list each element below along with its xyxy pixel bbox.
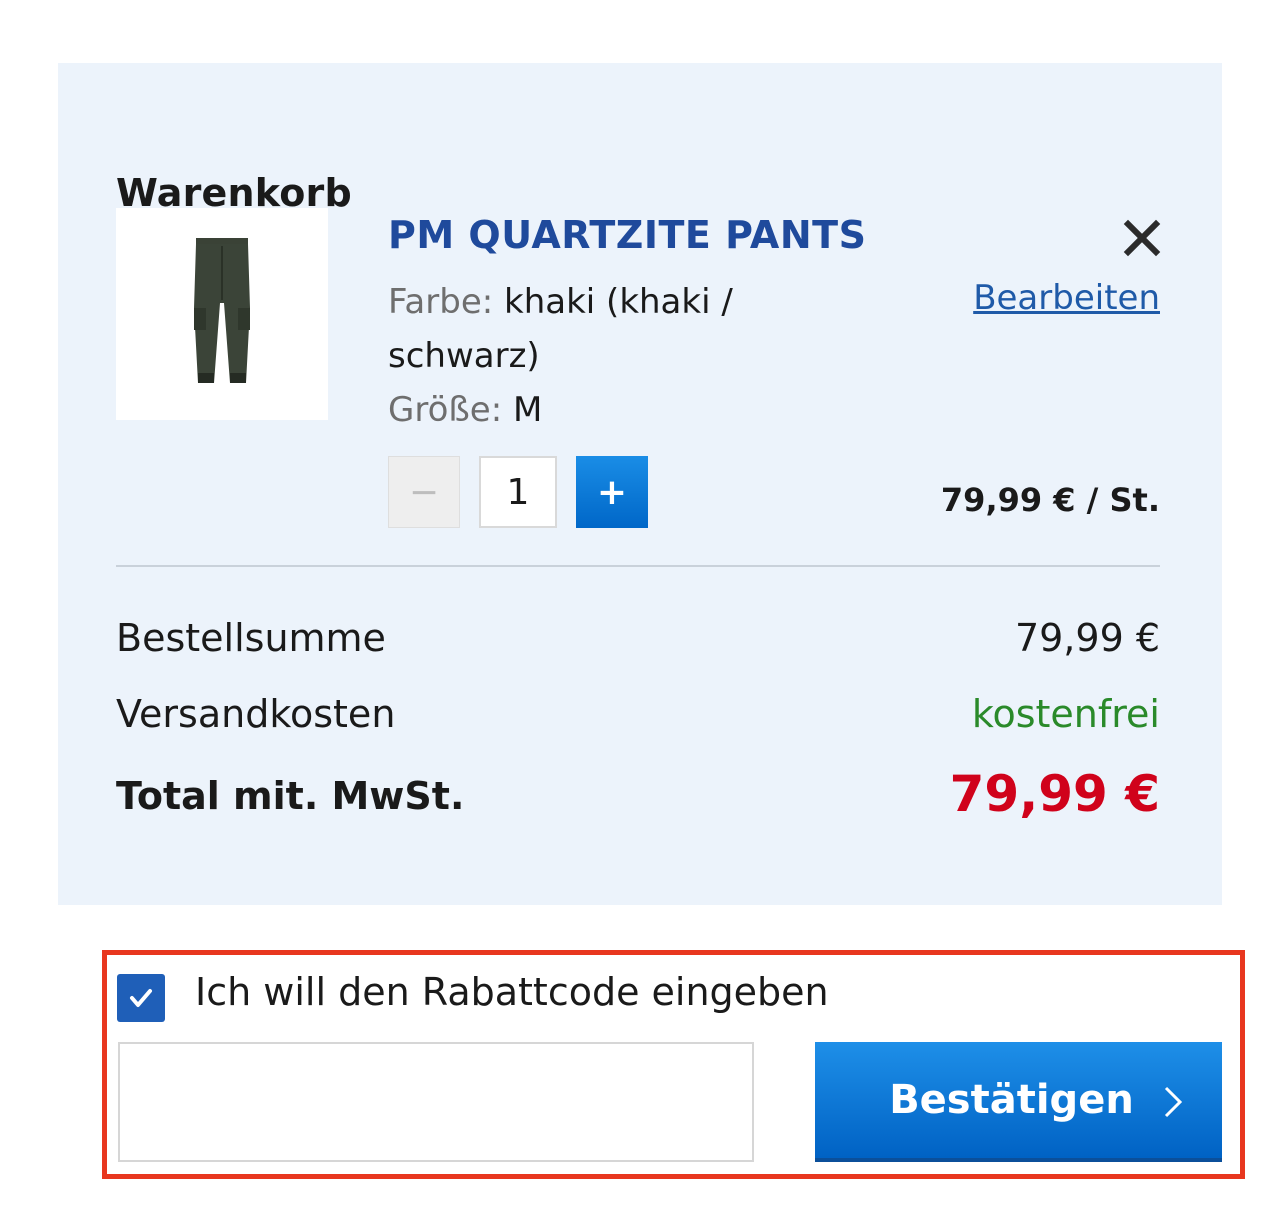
shipping-label: Versandkosten <box>116 692 396 736</box>
close-icon[interactable] <box>1118 214 1166 262</box>
quantity-increase-button[interactable]: + <box>576 456 648 528</box>
size-value: M <box>512 390 543 430</box>
color-value: khaki (khaki / <box>504 282 733 322</box>
chevron-right-icon <box>1164 1086 1183 1118</box>
total-label: Total mit. MwSt. <box>116 774 465 818</box>
color-attribute-continued: schwarz) <box>388 329 540 383</box>
total-value: 79,99 € <box>949 765 1160 823</box>
quantity-field[interactable]: 1 <box>479 456 557 528</box>
coupon-code-input[interactable] <box>118 1042 754 1162</box>
product-image[interactable] <box>116 208 328 420</box>
unit-price: 79,99 € / St. <box>940 481 1160 519</box>
subtotal-value: 79,99 € <box>1014 616 1160 660</box>
color-value-continued: schwarz) <box>388 336 540 376</box>
coupon-checkbox-label[interactable]: Ich will den Rabattcode eingeben <box>195 970 829 1014</box>
shipping-value: kostenfrei <box>971 692 1160 736</box>
pants-icon <box>194 238 250 383</box>
size-attribute: Größe: M <box>388 383 542 437</box>
checkmark-icon <box>130 989 152 1007</box>
color-label: Farbe: <box>388 282 494 322</box>
color-attribute: Farbe: khaki (khaki / <box>388 275 733 329</box>
subtotal-label: Bestellsumme <box>116 616 386 660</box>
divider <box>116 565 1160 567</box>
edit-item-link[interactable]: Bearbeiten <box>973 278 1160 318</box>
coupon-checkbox[interactable] <box>117 974 165 1022</box>
quantity-decrease-button[interactable]: − <box>388 456 460 528</box>
product-name[interactable]: PM QUARTZITE PANTS <box>388 213 866 257</box>
confirm-coupon-button[interactable]: Bestätigen <box>815 1042 1222 1162</box>
confirm-button-label: Bestätigen <box>889 1077 1134 1123</box>
cart-panel: Warenkorb PM QUARTZITE PANTS Bearbeiten … <box>58 63 1222 905</box>
size-label: Größe: <box>388 390 503 430</box>
